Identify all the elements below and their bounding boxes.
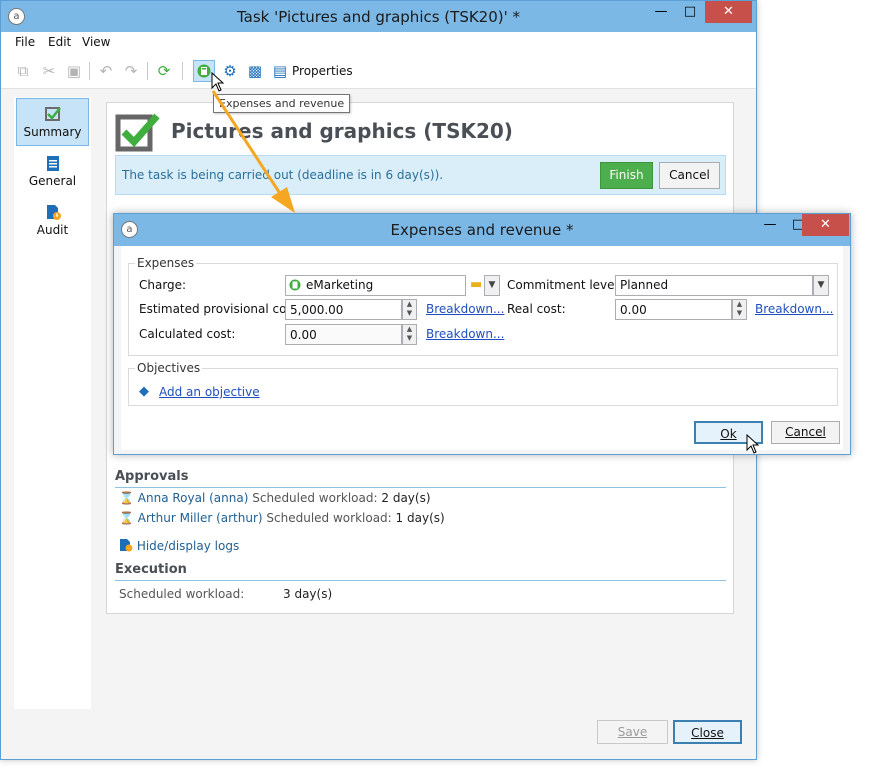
approval-row: ⌛ Arthur Miller (arthur) Scheduled workl… xyxy=(119,511,445,525)
workload-value: 2 day(s) xyxy=(381,491,431,505)
toolbar-separator xyxy=(147,62,148,80)
ok-label: Ok xyxy=(720,427,737,441)
charge-value: eMarketing xyxy=(306,278,374,292)
general-icon xyxy=(46,156,59,171)
paste-icon[interactable]: ▣ xyxy=(63,60,85,82)
commitment-label: Commitment level: xyxy=(507,278,622,292)
folder-icon[interactable]: ▬ xyxy=(470,277,482,292)
estimated-cost-spinner[interactable]: ▲ ▼ xyxy=(402,299,417,320)
cut-icon[interactable]: ✂ xyxy=(38,60,60,82)
approver-link[interactable]: Anna Royal (anna) xyxy=(138,491,249,505)
dialog-title: Expenses and revenue * xyxy=(390,221,574,239)
charge-label: Charge: xyxy=(139,278,187,292)
calculated-cost-spinner[interactable]: ▲ ▼ xyxy=(402,324,417,345)
nav-audit[interactable]: Audit xyxy=(16,197,89,245)
calculated-breakdown-link[interactable]: Breakdown... xyxy=(426,327,504,341)
estimated-breakdown-link[interactable]: Breakdown... xyxy=(426,302,504,316)
dialog-body: Expenses Charge: eMarketing ▬ ▼ Commitme… xyxy=(121,246,843,450)
window-title: Task 'Pictures and graphics (TSK20)' * xyxy=(236,8,521,26)
nav-general-label: General xyxy=(28,174,77,188)
close-label: Close xyxy=(691,726,724,740)
nav-summary[interactable]: Summary xyxy=(16,98,89,146)
mouse-cursor-icon xyxy=(211,72,225,92)
annotation-arrow-icon xyxy=(211,90,295,213)
approvals-heading: Approvals xyxy=(115,469,189,484)
minimize-icon[interactable]: — xyxy=(756,214,784,236)
logs-icon xyxy=(120,539,133,552)
workload-label: Scheduled workload: xyxy=(266,511,392,525)
charge-field[interactable]: eMarketing xyxy=(285,275,466,296)
execution-workload-value: 3 day(s) xyxy=(283,587,333,601)
calculator-icon xyxy=(289,279,301,291)
estimated-cost-input[interactable] xyxy=(285,299,402,320)
hourglass-icon: ⌛ xyxy=(119,511,134,525)
real-breakdown-link[interactable]: Breakdown... xyxy=(755,302,833,316)
properties-button[interactable]: Properties xyxy=(292,64,353,78)
task-checkbox-icon xyxy=(115,113,160,152)
close-window-icon[interactable]: ✕ xyxy=(705,1,752,23)
calculated-cost-input[interactable] xyxy=(285,324,402,345)
real-cost-input[interactable] xyxy=(615,299,732,320)
toolbar: ⧉ ✂ ▣ ↶ ↷ ⟳ ⚙ ▩ ▤ Properties xyxy=(1,53,756,89)
charge-dropdown-icon[interactable]: ▼ xyxy=(484,275,500,296)
menu-bar: File Edit View xyxy=(1,32,756,53)
commitment-select[interactable]: Planned xyxy=(615,275,813,296)
properties-icon[interactable]: ▤ xyxy=(269,60,291,82)
copy-icon[interactable]: ⧉ xyxy=(12,60,34,82)
expenses-revenue-dialog: a Expenses and revenue * — □ ✕ Expenses … xyxy=(113,213,851,455)
objectives-legend: Objectives xyxy=(137,361,201,375)
commitment-dropdown-icon[interactable]: ▼ xyxy=(813,275,829,296)
commitment-value: Planned xyxy=(620,278,669,292)
nav-general[interactable]: General xyxy=(16,148,89,196)
toolbar-separator xyxy=(182,62,183,80)
expenses-legend: Expenses xyxy=(137,256,195,270)
cancel-task-button[interactable]: Cancel xyxy=(659,162,720,189)
calculator-icon xyxy=(197,64,211,78)
toolbar-separator xyxy=(89,62,90,80)
approvals-divider xyxy=(115,487,726,488)
nav-summary-label: Summary xyxy=(23,125,82,139)
nav-audit-label: Audit xyxy=(36,223,69,237)
tag-icon: ◆ xyxy=(139,384,149,399)
title-bar[interactable]: a Task 'Pictures and graphics (TSK20)' *… xyxy=(1,1,756,32)
execution-divider xyxy=(115,580,726,581)
left-nav: Summary General Audit xyxy=(14,97,91,709)
real-cost-label: Real cost: xyxy=(507,302,566,316)
execution-workload-label: Scheduled workload: xyxy=(119,587,245,601)
estimated-cost-label: Estimated provisional cost: xyxy=(139,302,302,316)
logs-row: Hide/display logs xyxy=(119,538,239,553)
undo-icon[interactable]: ↶ xyxy=(95,60,117,82)
workload-value: 1 day(s) xyxy=(395,511,445,525)
save-button[interactable]: Save xyxy=(597,720,668,744)
redo-icon[interactable]: ↷ xyxy=(120,60,142,82)
close-button[interactable]: Close xyxy=(673,720,742,744)
calculated-cost-label: Calculated cost: xyxy=(139,327,236,341)
approver-link[interactable]: Arthur Miller (arthur) xyxy=(138,511,263,525)
maximize-icon[interactable]: □ xyxy=(676,1,704,23)
hourglass-icon: ⌛ xyxy=(119,491,134,505)
approval-row: ⌛ Anna Royal (anna) Scheduled workload: … xyxy=(119,491,431,505)
dialog-cancel-label: Cancel xyxy=(785,425,826,439)
dialog-cancel-button[interactable]: Cancel xyxy=(771,421,840,444)
workload-label: Scheduled workload: xyxy=(252,491,378,505)
menu-file[interactable]: File xyxy=(15,35,35,49)
minimize-icon[interactable]: — xyxy=(647,1,675,23)
audit-icon xyxy=(46,205,61,220)
menu-view[interactable]: View xyxy=(82,35,110,49)
execution-heading: Execution xyxy=(115,562,187,577)
audit-icon[interactable]: ▩ xyxy=(244,60,266,82)
save-label: Save xyxy=(617,725,648,739)
close-dialog-icon[interactable]: ✕ xyxy=(802,214,849,236)
finish-button[interactable]: Finish xyxy=(600,162,653,189)
add-objective-link[interactable]: Add an objective xyxy=(159,385,260,399)
refresh-icon[interactable]: ⟳ xyxy=(153,60,175,82)
hide-display-logs-link[interactable]: Hide/display logs xyxy=(137,539,239,553)
summary-icon xyxy=(44,107,61,121)
mouse-cursor-icon xyxy=(746,434,760,454)
menu-edit[interactable]: Edit xyxy=(48,35,71,49)
real-cost-spinner[interactable]: ▲ ▼ xyxy=(732,299,747,320)
objectives-group: Objectives xyxy=(128,361,838,406)
